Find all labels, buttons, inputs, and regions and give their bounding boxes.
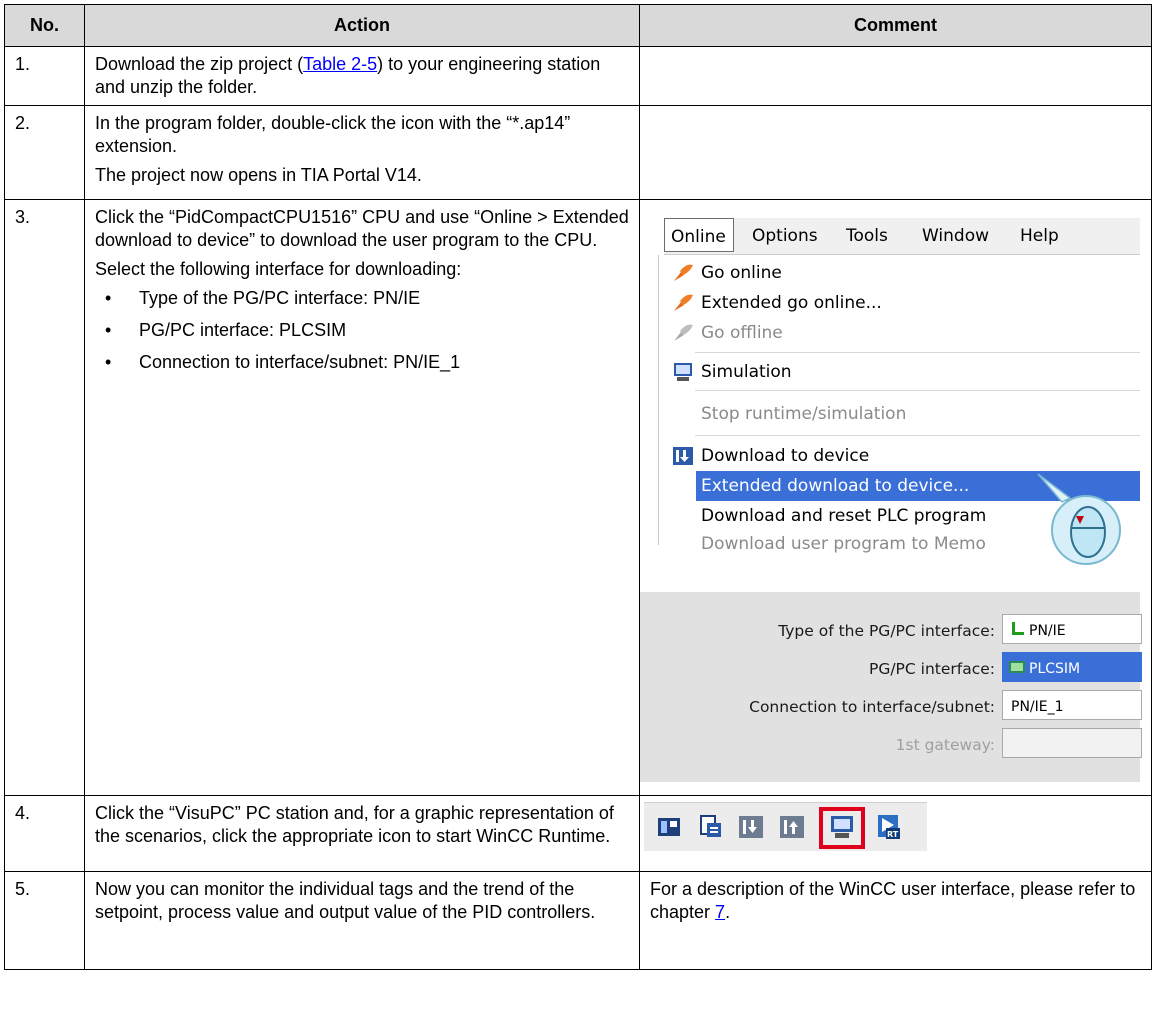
menu-item-label: Extended go online... bbox=[701, 293, 882, 313]
portal-toolbar: RT bbox=[644, 802, 927, 851]
header-comment: Comment bbox=[639, 4, 1152, 47]
mouse-click-icon bbox=[1037, 473, 1121, 565]
gateway-field bbox=[1002, 728, 1142, 758]
pgpc-interface-select[interactable]: PLCSIM bbox=[1002, 652, 1142, 682]
plcsim-icon bbox=[1009, 661, 1025, 673]
instructions-table: No. Action Comment 1. Download the zip p… bbox=[4, 4, 1152, 970]
step-number: 4. bbox=[4, 795, 85, 872]
menu-online[interactable]: Online bbox=[664, 218, 734, 252]
step-screenshot: Online Options Tools Window Help Go onli… bbox=[639, 199, 1152, 796]
svg-text:RT: RT bbox=[887, 830, 899, 839]
field-label: 1st gateway: bbox=[895, 736, 995, 754]
action-text: Select the following interface for downl… bbox=[95, 259, 462, 279]
field-label: PG/PC interface: bbox=[868, 660, 995, 678]
menu-item-label: Download user program to Memo bbox=[701, 534, 986, 554]
step-number: 5. bbox=[4, 871, 85, 970]
menu-separator bbox=[695, 352, 1140, 353]
table-2-5-link[interactable]: Table 2-5 bbox=[303, 54, 377, 74]
menu-separator bbox=[695, 435, 1140, 436]
download-icon[interactable] bbox=[738, 813, 764, 841]
compile-icon[interactable] bbox=[698, 813, 724, 841]
go-online-icon bbox=[674, 264, 693, 281]
menu-help[interactable]: Help bbox=[1020, 225, 1059, 248]
list-item: PG/PC interface: PLCSIM bbox=[95, 319, 629, 342]
step-action: Click the “PidCompactCPU1516” CPU and us… bbox=[84, 199, 640, 796]
menu-item-label: Simulation bbox=[701, 362, 792, 382]
action-text: In the program folder, double-click the … bbox=[95, 113, 571, 156]
field-value: PLCSIM bbox=[1029, 661, 1081, 677]
comment-text: . bbox=[725, 902, 731, 922]
menu-options[interactable]: Options bbox=[752, 225, 818, 248]
menu-item-label: Download to device bbox=[701, 446, 870, 466]
interface-list: Type of the PG/PC interface: PN/IE PG/PC… bbox=[95, 287, 629, 374]
step-action: Download the zip project (Table 2-5) to … bbox=[84, 46, 640, 106]
upload-icon[interactable] bbox=[779, 813, 805, 841]
menu-item-label: Stop runtime/simulation bbox=[701, 404, 907, 424]
subnet-row: Connection to interface/subnet: PN/IE_1 bbox=[640, 688, 1142, 722]
step-screenshot: RT bbox=[639, 795, 1152, 872]
step-action: In the program folder, double-click the … bbox=[84, 105, 640, 200]
table-row: 1. Download the zip project (Table 2-5) … bbox=[4, 46, 1152, 106]
header-action: Action bbox=[84, 4, 640, 47]
simulation-icon bbox=[674, 363, 692, 381]
interface-settings-screenshot: Type of the PG/PC interface: PN/IE PG/PC… bbox=[640, 592, 1142, 782]
field-value: PN/IE_1 bbox=[1011, 699, 1064, 715]
online-menu-screenshot: Online Options Tools Window Help Go onli… bbox=[640, 200, 1140, 568]
action-text: Click the “PidCompactCPU1516” CPU and us… bbox=[95, 207, 629, 250]
step-comment bbox=[639, 105, 1152, 200]
field-value: PN/IE bbox=[1029, 623, 1066, 639]
step-comment: For a description of the WinCC user inte… bbox=[639, 871, 1152, 970]
pgpc-interface-row: PG/PC interface: PLCSIM bbox=[640, 650, 1142, 684]
menu-bar: Online Options Tools Window Help bbox=[664, 218, 1140, 255]
table-row: 3. Click the “PidCompactCPU1516” CPU and… bbox=[4, 199, 1152, 796]
pgpc-type-row: Type of the PG/PC interface: PN/IE bbox=[640, 612, 1142, 646]
action-text: The project now opens in TIA Portal V14. bbox=[95, 165, 422, 185]
step-action: Now you can monitor the individual tags … bbox=[84, 871, 640, 970]
download-icon bbox=[673, 447, 693, 465]
device-config-icon[interactable] bbox=[656, 813, 682, 841]
step-number: 3. bbox=[4, 199, 85, 796]
table-row: 2. In the program folder, double-click t… bbox=[4, 105, 1152, 200]
step-number: 2. bbox=[4, 105, 85, 200]
field-label: Connection to interface/subnet: bbox=[749, 698, 995, 716]
go-online-icon bbox=[674, 294, 693, 311]
field-label: Type of the PG/PC interface: bbox=[778, 622, 995, 640]
list-item: Type of the PG/PC interface: PN/IE bbox=[95, 287, 629, 310]
step-comment bbox=[639, 46, 1152, 106]
list-item: Connection to interface/subnet: PN/IE_1 bbox=[95, 351, 629, 374]
menu-item-label: Go online bbox=[701, 263, 782, 283]
table-header-row: No. Action Comment bbox=[4, 4, 1152, 47]
table-row: 4. Click the “VisuPC” PC station and, fo… bbox=[4, 795, 1152, 872]
subnet-select[interactable]: PN/IE_1 bbox=[1002, 690, 1142, 720]
table-row: 5. Now you can monitor the individual ta… bbox=[4, 871, 1152, 970]
menu-tools[interactable]: Tools bbox=[846, 225, 888, 248]
pgpc-type-select[interactable]: PN/IE bbox=[1002, 614, 1142, 644]
menu-item-label: Go offline bbox=[701, 323, 783, 343]
menu-border bbox=[658, 255, 659, 545]
header-no: No. bbox=[4, 4, 85, 47]
step-number: 1. bbox=[4, 46, 85, 106]
action-text: Download the zip project ( bbox=[95, 54, 304, 74]
start-runtime-icon[interactable]: RT bbox=[876, 813, 902, 841]
menu-item-label: Extended download to device... bbox=[701, 476, 970, 496]
chapter-7-link[interactable]: 7 bbox=[715, 902, 725, 922]
go-offline-icon bbox=[674, 324, 693, 341]
menu-separator bbox=[695, 390, 1140, 391]
menu-item-label: Download and reset PLC program bbox=[701, 506, 987, 526]
network-icon bbox=[1012, 622, 1024, 635]
highlight-frame bbox=[819, 807, 865, 849]
menu-window[interactable]: Window bbox=[922, 225, 989, 248]
gateway-row: 1st gateway: bbox=[640, 726, 1142, 760]
step-action: Click the “VisuPC” PC station and, for a… bbox=[84, 795, 640, 872]
